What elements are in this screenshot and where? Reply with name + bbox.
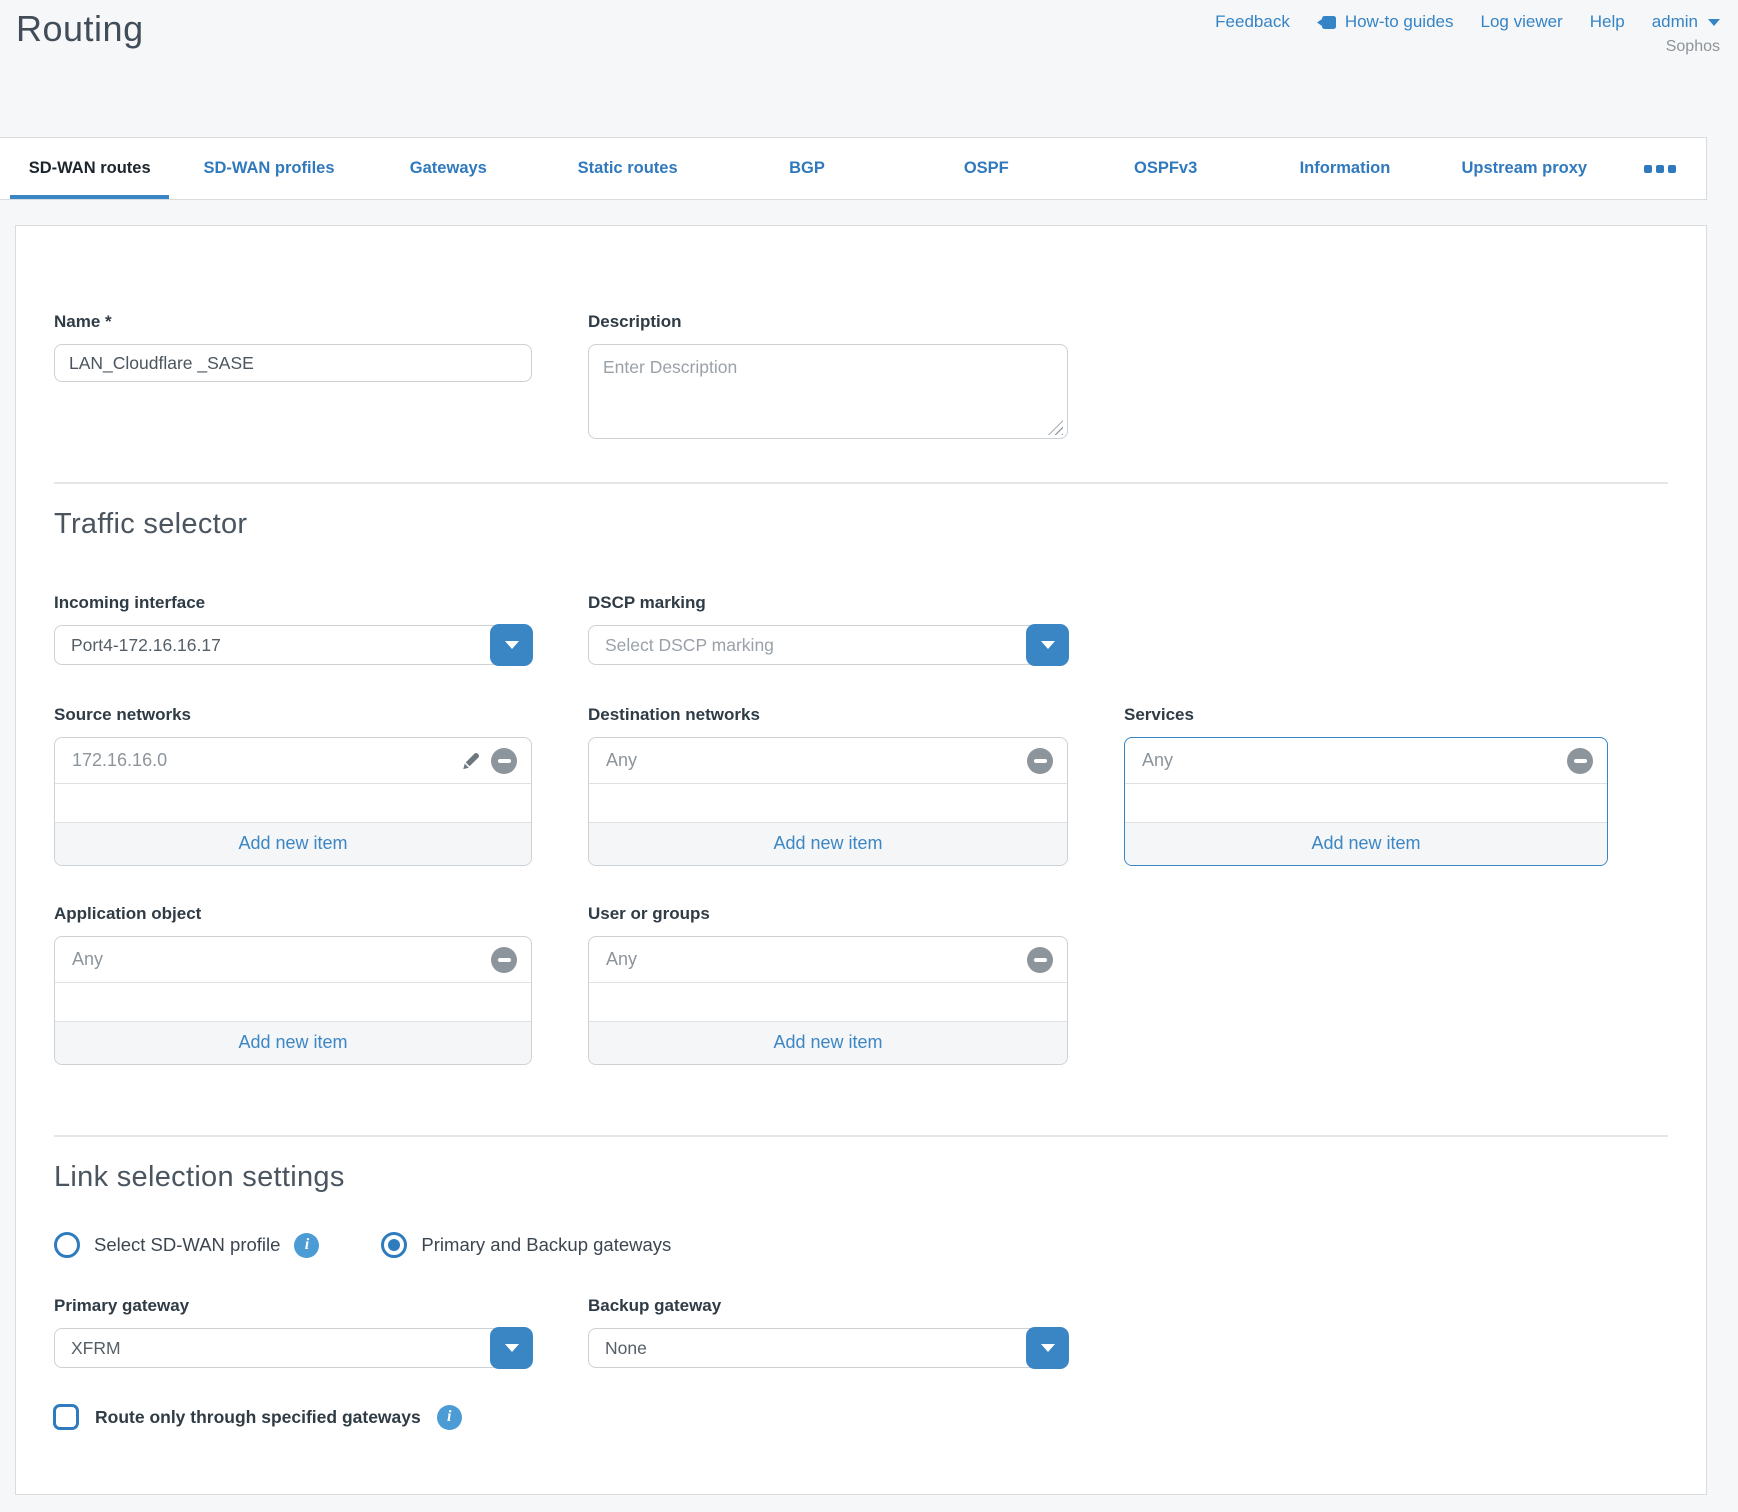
- backup-gateway-group: Backup gateway None: [588, 1296, 1068, 1368]
- dscp-marking-select[interactable]: Select DSCP marking: [588, 625, 1068, 665]
- incoming-interface-select[interactable]: Port4-172.16.16.17: [54, 625, 532, 665]
- source-networks-label: Source networks: [54, 705, 532, 725]
- add-new-item-button[interactable]: Add new item: [55, 822, 531, 865]
- tabs-overflow-menu[interactable]: [1614, 138, 1706, 199]
- route-only-checkbox-row: Route only through specified gateways i: [53, 1404, 1668, 1430]
- remove-item-icon[interactable]: [1027, 748, 1053, 774]
- name-field-group: Name *: [54, 312, 532, 444]
- primary-gateway-label: Primary gateway: [54, 1296, 532, 1316]
- brand-label: Sophos: [1666, 38, 1720, 56]
- application-object-label: Application object: [54, 904, 532, 924]
- description-input[interactable]: [588, 344, 1068, 439]
- radio-checked-icon[interactable]: [381, 1232, 407, 1258]
- more-dots-icon: [1644, 165, 1652, 173]
- sdwan-profile-radio-option[interactable]: Select SD-WAN profile i: [54, 1232, 319, 1258]
- traffic-selector-heading: Traffic selector: [54, 508, 1668, 541]
- dscp-marking-label: DSCP marking: [588, 593, 1068, 613]
- route-only-checkbox-label: Route only through specified gateways: [95, 1407, 421, 1428]
- dropdown-button[interactable]: [490, 624, 533, 666]
- routing-tabbar: SD-WAN routes SD-WAN profiles Gateways S…: [0, 137, 1707, 200]
- description-label: Description: [588, 312, 1068, 332]
- route-only-checkbox[interactable]: [53, 1404, 79, 1430]
- application-object-group: Application object Any Add new item: [54, 904, 532, 1065]
- description-field-group: Description: [588, 312, 1068, 444]
- header-utility-area: Feedback How-to guides Log viewer Help a…: [1215, 12, 1720, 56]
- page-header: Routing Feedback How-to guides Log viewe…: [0, 0, 1738, 137]
- primary-backup-radio-option[interactable]: Primary and Backup gateways: [381, 1232, 671, 1258]
- edit-pencil-icon[interactable]: [460, 750, 482, 772]
- destination-networks-listbox: Any Add new item: [588, 737, 1068, 866]
- destination-networks-group: Destination networks Any Add new item: [588, 705, 1068, 866]
- incoming-interface-label: Incoming interface: [54, 593, 532, 613]
- feedback-link[interactable]: Feedback: [1215, 12, 1290, 32]
- remove-item-icon[interactable]: [491, 947, 517, 973]
- required-asterisk: *: [105, 312, 112, 331]
- name-input[interactable]: [54, 344, 532, 382]
- tab[interactable]: Upstream proxy: [1435, 138, 1614, 199]
- remove-item-icon[interactable]: [1567, 748, 1593, 774]
- tab[interactable]: OSPFv3: [1076, 138, 1255, 199]
- source-networks-listbox: 172.16.16.0 Add new item: [54, 737, 532, 866]
- info-icon[interactable]: i: [437, 1405, 462, 1430]
- add-new-item-button[interactable]: Add new item: [55, 1021, 531, 1064]
- top-nav-links: Feedback How-to guides Log viewer Help a…: [1215, 12, 1720, 32]
- source-networks-group: Source networks 172.16.16.0: [54, 705, 532, 866]
- chevron-down-icon: [1041, 1344, 1055, 1352]
- add-new-item-button[interactable]: Add new item: [589, 822, 1067, 865]
- user-menu[interactable]: admin: [1652, 12, 1720, 32]
- page-title: Routing: [16, 8, 144, 50]
- link-selection-heading: Link selection settings: [54, 1161, 1668, 1194]
- list-item: 172.16.16.0: [55, 738, 531, 784]
- dscp-marking-group: DSCP marking Select DSCP marking: [588, 593, 1068, 665]
- incoming-interface-group: Incoming interface Port4-172.16.16.17: [54, 593, 532, 665]
- primary-gateway-group: Primary gateway XFRM: [54, 1296, 532, 1368]
- application-object-listbox: Any Add new item: [54, 936, 532, 1065]
- dropdown-button[interactable]: [1026, 624, 1069, 666]
- tab[interactable]: SD-WAN profiles: [179, 138, 358, 199]
- remove-item-icon[interactable]: [491, 748, 517, 774]
- log-viewer-link[interactable]: Log viewer: [1481, 12, 1563, 32]
- list-item: Any: [589, 738, 1067, 784]
- list-item: Any: [589, 937, 1067, 983]
- destination-networks-label: Destination networks: [588, 705, 1068, 725]
- tab[interactable]: Gateways: [359, 138, 538, 199]
- tab[interactable]: Information: [1255, 138, 1434, 199]
- howto-guides-link[interactable]: How-to guides: [1317, 12, 1454, 32]
- chevron-down-icon: [1041, 641, 1055, 649]
- remove-item-icon[interactable]: [1027, 947, 1053, 973]
- backup-gateway-select[interactable]: None: [588, 1328, 1068, 1368]
- info-icon[interactable]: i: [294, 1233, 319, 1258]
- user-or-groups-label: User or groups: [588, 904, 1068, 924]
- chevron-down-icon: [1708, 19, 1720, 26]
- tab[interactable]: Static routes: [538, 138, 717, 199]
- chevron-down-icon: [505, 641, 519, 649]
- add-new-item-button[interactable]: Add new item: [1125, 822, 1607, 865]
- primary-gateway-select[interactable]: XFRM: [54, 1328, 532, 1368]
- video-camera-icon: [1317, 15, 1337, 30]
- list-item: Any: [55, 937, 531, 983]
- list-item: Any: [1125, 738, 1607, 784]
- sdwan-route-form: Name * Description Traffic selector Inco…: [15, 225, 1707, 1495]
- dropdown-button[interactable]: [490, 1327, 533, 1369]
- dropdown-button[interactable]: [1026, 1327, 1069, 1369]
- add-new-item-button[interactable]: Add new item: [589, 1021, 1067, 1064]
- radio-unchecked-icon[interactable]: [54, 1232, 80, 1258]
- chevron-down-icon: [505, 1344, 519, 1352]
- user-or-groups-listbox: Any Add new item: [588, 936, 1068, 1065]
- user-or-groups-group: User or groups Any Add new item: [588, 904, 1068, 1065]
- help-link[interactable]: Help: [1590, 12, 1625, 32]
- services-label: Services: [1124, 705, 1608, 725]
- tab[interactable]: OSPF: [897, 138, 1076, 199]
- section-divider: [54, 482, 1668, 484]
- tab[interactable]: BGP: [717, 138, 896, 199]
- section-divider: [54, 1135, 1668, 1137]
- link-selection-options: Select SD-WAN profile i Primary and Back…: [54, 1232, 1668, 1258]
- services-group: Services Any Add new item: [1124, 705, 1608, 866]
- backup-gateway-label: Backup gateway: [588, 1296, 1068, 1316]
- services-listbox: Any Add new item: [1124, 737, 1608, 866]
- name-label: Name *: [54, 312, 532, 332]
- tab[interactable]: SD-WAN routes: [0, 138, 179, 199]
